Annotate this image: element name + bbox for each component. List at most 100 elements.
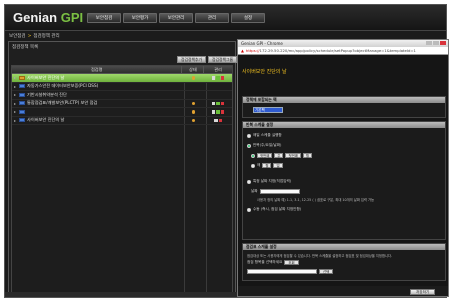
table-row[interactable]: ▸ 사이버보안 진단의 날	[12, 74, 232, 83]
maximize-icon[interactable]	[433, 41, 439, 45]
checklist-description: 점검대상 또는 사용자에게 점검할 수 있습니다. 반복 스케줄을 설정하고 점…	[247, 254, 393, 258]
table-row[interactable]: ▸	[12, 108, 232, 117]
folder-icon	[19, 118, 25, 123]
radio-custom[interactable]	[247, 179, 251, 184]
radio-manual[interactable]	[247, 207, 251, 212]
weekly-select-day[interactable]: 월	[302, 153, 312, 158]
lookup-button[interactable]: 조회	[284, 260, 299, 265]
del-icon[interactable]	[220, 101, 225, 105]
repeat-section-header: 반복 스케줄 설정	[243, 122, 445, 128]
expand-icon[interactable]: ▸	[14, 75, 17, 80]
row-manage-cell	[204, 118, 232, 122]
state-icon	[191, 101, 196, 105]
column-header-manage[interactable]: 관리	[204, 66, 232, 73]
row-state-cell	[182, 110, 204, 114]
option-custom[interactable]: 특정 날짜 지정(직접입력)	[247, 179, 291, 184]
option-manual[interactable]: 수동 (즉시, 점검 날짜 지정안함)	[247, 207, 301, 212]
logo-accent: GPI	[60, 10, 84, 25]
row-name-cell: ▸ 자동가스안전 데이터보안보증(PCI DSS)	[12, 83, 182, 89]
option-manual-label: 수동 (즉시, 점검 날짜 지정안함)	[253, 207, 302, 211]
weekly-select-ordinal-2[interactable]: 첫번째	[285, 153, 301, 158]
row-label: 사이버보안 진단의 날	[27, 74, 65, 80]
add-icon[interactable]	[216, 76, 220, 80]
monthly-select-month[interactable]: 월	[262, 163, 272, 168]
nav-item-management[interactable]: 관리	[195, 13, 229, 23]
checklist-input[interactable]	[247, 269, 317, 274]
folder-icon	[19, 84, 25, 89]
option-weekly[interactable]: 반복(주/요일/날짜)	[247, 143, 281, 148]
edit-icon[interactable]	[211, 101, 216, 105]
nav-item-inspection[interactable]: 보안점검	[87, 13, 121, 23]
radio-monthly[interactable]	[251, 163, 255, 168]
column-header-state[interactable]: 상태	[182, 66, 205, 73]
close-icon[interactable]	[440, 41, 446, 45]
expand-icon[interactable]: ▸	[14, 109, 17, 114]
checklist-hint-row: 점검 항목을 선택하세요 조회	[247, 260, 299, 265]
repeat-schedule-section: 반복 스케줄 설정 매일 스케줄 실행함 반복(주/요일/날짜) 첫번째 주 첫…	[242, 121, 446, 240]
minimize-icon[interactable]	[426, 41, 432, 45]
popup-window-title: Genian GPI - Chrome	[241, 41, 283, 46]
row-label: 통합점검표/개발보안(PLCTP) 보안 점검	[27, 100, 98, 106]
custom-date-note: 사용자 정의 날짜 예) 1-1, 3-1, 12-25 ( ) 쉼표로 구분,…	[257, 198, 375, 202]
top-bar: Genian GPI 보안점검 보안평가 보안관리 관리 설정	[5, 5, 446, 31]
row-name-cell: ▸ 기반시설취약분석 진단	[12, 92, 182, 98]
select-button[interactable]: 선택	[319, 269, 334, 274]
expand-icon[interactable]: ▸	[14, 101, 17, 106]
custom-date-input[interactable]	[259, 189, 300, 194]
edit-icon[interactable]	[211, 110, 216, 114]
option-daily[interactable]: 매일 스케줄 실행함	[247, 133, 282, 138]
row-state-cell	[182, 76, 204, 80]
del-icon[interactable]	[220, 76, 225, 80]
table-row[interactable]: ▸ 사이버보안 진단의 날	[12, 117, 232, 125]
grid-body: ▸ 사이버보안 진단의 날 ▸ 자동가스안전 데이터보안보증(PCI DSS) ▸ 기반시…	[12, 74, 232, 295]
breadcrumb-home[interactable]: 보안점검	[9, 33, 26, 39]
add-icon[interactable]	[216, 101, 220, 105]
grid-header: 점검명 상태 관리	[12, 66, 232, 74]
nav-item-evaluation[interactable]: 보안평가	[123, 13, 157, 23]
pack-select[interactable]: 기본팩	[253, 107, 283, 113]
state-icon	[191, 118, 196, 122]
policy-list-panel: 점검정책 목록 점검정책추가 점검정책그룹 점검명 상태 관리 ▸ 사이버보안 진…	[8, 41, 237, 297]
weekly-select-ordinal[interactable]: 첫번째	[257, 153, 273, 158]
table-row[interactable]: ▸ 자동가스안전 데이터보안보증(PCI DSS)	[12, 83, 232, 91]
radio-daily[interactable]	[247, 133, 251, 138]
popup-titlebar[interactable]: Genian GPI - Chrome	[238, 40, 448, 47]
policy-grid: 점검명 상태 관리 ▸ 사이버보안 진단의 날 ▸ 자동가스안전 데이터보안보증(PC…	[11, 65, 233, 295]
url-text: 172.29.50.220/mc/app/policy/schedule/set…	[259, 48, 416, 53]
expand-icon[interactable]: ▸	[14, 84, 17, 89]
insecure-lock-icon: ▲	[241, 48, 244, 53]
nav-item-settings[interactable]: 설정	[231, 13, 265, 23]
add-policy-group-button[interactable]: 점검정책그룹	[208, 56, 237, 63]
radio-weekly-week[interactable]	[251, 153, 255, 158]
add-icon[interactable]	[216, 110, 220, 114]
row-name-cell: ▸	[12, 109, 182, 114]
window-controls	[426, 41, 446, 45]
address-bar[interactable]: ▲ https:// 172.29.50.220/mc/app/policy/s…	[238, 47, 448, 55]
main-nav: 보안점검 보안평가 보안관리 관리 설정	[87, 13, 265, 23]
row-manage-cell	[204, 76, 232, 80]
checklist-schedule-section: 점검표 스케줄 설정 점검대상 또는 사용자에게 점검할 수 있습니다. 반복 …	[242, 243, 446, 281]
radio-weekly[interactable]	[247, 143, 251, 148]
table-row[interactable]: ▸ 기반시설취약분석 진단	[12, 91, 232, 100]
row-state-cell	[182, 101, 204, 105]
expand-icon[interactable]: ▸	[14, 118, 17, 123]
expand-icon[interactable]: ▸	[14, 92, 17, 97]
option-custom-label: 특정 날짜 지정(직접입력)	[253, 179, 292, 183]
edit-icon[interactable]	[214, 118, 218, 122]
row-manage-cell	[204, 101, 232, 105]
monthly-select-day[interactable]: 일	[273, 163, 283, 168]
nav-item-security[interactable]: 보안관리	[159, 13, 193, 23]
table-row[interactable]: ▸ 통합점검표/개발보안(PLCTP) 보안 점검	[12, 100, 232, 108]
schedule-popup-window: Genian GPI - Chrome ▲ https:// 172.29.50…	[237, 39, 449, 297]
option-weekly-label: 반복(주/요일/날짜)	[253, 143, 282, 147]
app-logo[interactable]: Genian GPI	[13, 10, 83, 25]
weekly-select-unit[interactable]: 주	[274, 153, 284, 158]
del-icon[interactable]	[218, 118, 223, 122]
breadcrumb-current: 점검정책 관리	[33, 34, 60, 39]
add-policy-button[interactable]: 점검정책추가	[177, 56, 206, 63]
del-icon[interactable]	[220, 110, 225, 114]
column-header-name[interactable]: 점검명	[12, 66, 183, 73]
edit-icon[interactable]	[211, 76, 216, 80]
save-button[interactable]: 저장하기	[410, 289, 436, 295]
checklist-hint: 점검 항목을 선택하세요	[247, 260, 283, 264]
